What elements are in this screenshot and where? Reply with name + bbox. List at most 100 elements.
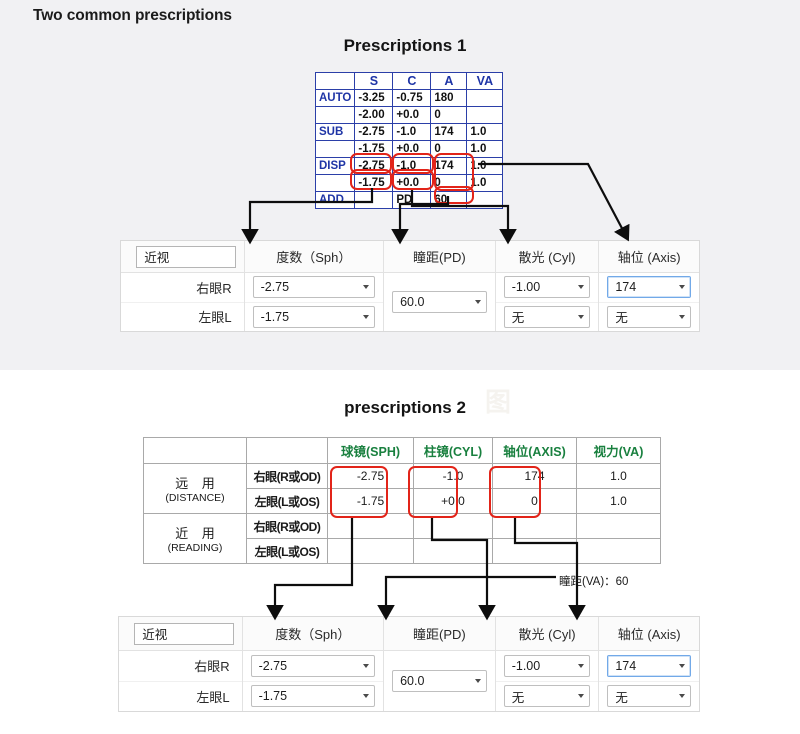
rx1-header-c: C <box>392 72 432 90</box>
rx1-row6-s <box>354 191 394 209</box>
form2-vision-type-select[interactable]: 近视 <box>134 622 235 645</box>
rx1-row2-va: 1.0 <box>466 123 504 141</box>
rx2-group-reading: 近 用 (READING) <box>143 513 247 564</box>
form1-cyl-left-select[interactable]: 无 <box>503 305 591 328</box>
table-row: -2.00 +0.0 0 <box>314 106 504 124</box>
rx1-row5-s: -1.75 <box>354 174 394 192</box>
form1-cyl-right-select[interactable]: -1.00 <box>503 276 591 299</box>
form1-column-pd: 瞳距(PD) 60.0 <box>384 241 496 331</box>
rx2-distance-left-axis: 0 <box>492 488 577 514</box>
rx1-row3-label <box>314 140 356 158</box>
form1-vision-type-select[interactable]: 近视 <box>136 245 237 268</box>
rx2-distance-left-eye-label: 左眼(L或OS) <box>246 488 328 514</box>
form1-vision-type-value: 近视 <box>144 251 170 265</box>
rx1-row2-a: 174 <box>430 123 468 141</box>
form2-cell-pd: 60.0 <box>384 651 495 711</box>
rx1-row2-c: -1.0 <box>392 123 432 141</box>
form2-sph-right-value: -2.75 <box>258 658 288 673</box>
chevron-down-icon <box>578 694 585 699</box>
form1-sph-right-select[interactable]: -2.75 <box>252 276 376 299</box>
form1-pd-select[interactable]: 60.0 <box>392 291 487 313</box>
rx2-distance-left-sph: -1.75 <box>327 488 414 514</box>
form2-column-cyl: 散光 (Cyl) -1.00 无 <box>495 617 600 711</box>
form1-column-sph: 度数（Sph） -2.75 -1.75 <box>244 241 385 331</box>
table-row: ADD PD 60 <box>314 191 504 209</box>
chevron-down-icon <box>578 663 585 668</box>
rx1-row2-label: SUB <box>314 123 356 141</box>
rx2-reading-left-eye-label: 左眼(L或OS) <box>246 538 328 564</box>
prescription-form-2: 近视 右眼R 左眼L 度数（Sph） -2.75 -1.75 瞳距(PD) 60… <box>118 616 700 712</box>
rx1-row0-s: -3.25 <box>354 89 394 107</box>
form1-type-head: 近视 <box>121 241 244 273</box>
form1-sph-left-select[interactable]: -1.75 <box>252 305 376 328</box>
prescription-table-1: S C A VA AUTO -3.25 -0.75 180 -2.00 +0.0… <box>314 72 504 209</box>
rx1-row1-a: 0 <box>430 106 468 124</box>
rx2-reading-right-sph <box>327 513 414 539</box>
form2-vision-type-value: 近视 <box>142 628 168 642</box>
rx1-row4-va: 1.0 <box>466 157 504 175</box>
rx2-distance-right-sph: -2.75 <box>327 463 414 489</box>
rx2-reading-right-eye-label: 右眼(R或OD) <box>246 513 328 539</box>
page-title: Two common prescriptions <box>33 7 232 24</box>
form2-axis-right-select[interactable]: 174 <box>607 654 691 677</box>
rx2-reading-left-cyl <box>413 538 493 564</box>
rx2-group-distance-cn: 远 用 <box>175 476 220 491</box>
rx1-row0-c: -0.75 <box>392 89 432 107</box>
rx1-row4-a: 174 <box>430 157 468 175</box>
rx1-row3-s: -1.75 <box>354 140 394 158</box>
form2-cyl-left-value: 无 <box>511 690 525 705</box>
form1-label-right-eye: 右眼R <box>121 273 244 303</box>
rx1-row0-a: 180 <box>430 89 468 107</box>
form2-pd-select[interactable]: 60.0 <box>392 670 487 692</box>
chevron-down-icon <box>363 694 370 699</box>
rx1-row1-s: -2.00 <box>354 106 394 124</box>
form2-cell-cyl-right: -1.00 <box>495 651 599 682</box>
rx2-group-reading-en: (READING) <box>167 542 223 554</box>
form2-sph-left-select[interactable]: -1.75 <box>250 685 376 708</box>
form2-type-head: 近视 <box>119 617 242 651</box>
form2-head-sph: 度数（Sph） <box>242 617 384 651</box>
form2-axis-left-select[interactable]: 无 <box>607 685 691 708</box>
rx2-reading-right-axis <box>492 513 577 539</box>
rx1-header-s: S <box>354 72 394 90</box>
form2-label-right-eye: 右眼R <box>119 651 242 682</box>
rx2-reading-left-axis <box>492 538 577 564</box>
form2-column-pd: 瞳距(PD) 60.0 <box>384 617 496 711</box>
form1-axis-left-select[interactable]: 无 <box>607 305 691 328</box>
form1-column-axis: 轴位 (Axis) 174 无 <box>599 241 699 331</box>
chevron-down-icon <box>363 314 370 319</box>
form1-cell-pd: 60.0 <box>384 273 495 331</box>
section-1-title: Prescriptions 1 <box>343 36 467 55</box>
form2-cyl-right-select[interactable]: -1.00 <box>503 654 591 677</box>
rx1-row5-va: 1.0 <box>466 174 504 192</box>
form2-cyl-left-select[interactable]: 无 <box>503 685 591 708</box>
chevron-down-icon <box>578 314 585 319</box>
watermark: 图 <box>485 387 512 417</box>
form2-axis-right-value: 174 <box>615 658 637 673</box>
rx1-row5-a: 0 <box>430 174 468 192</box>
form2-sph-right-select[interactable]: -2.75 <box>250 654 376 677</box>
form2-cell-axis-left: 无 <box>599 682 699 712</box>
rx2-distance-left-va: 1.0 <box>576 488 661 514</box>
rx2-header-axis: 轴位(AXIS) <box>492 437 577 464</box>
table-row: -1.75 +0.0 0 1.0 <box>314 140 504 158</box>
form2-cell-sph-right: -2.75 <box>242 651 384 682</box>
form1-axis-right-value: 174 <box>615 280 637 295</box>
chevron-down-icon <box>578 285 585 290</box>
form1-axis-right-select[interactable]: 174 <box>607 276 691 299</box>
chevron-down-icon <box>363 285 370 290</box>
chevron-down-icon <box>679 663 685 668</box>
form1-cell-sph-right: -2.75 <box>244 273 384 303</box>
rx1-row0-va <box>466 89 504 107</box>
table-row: DISP -2.75 -1.0 174 1.0 <box>314 157 504 175</box>
rx2-reading-right-va <box>576 513 661 539</box>
rx2-reading-left-sph <box>327 538 414 564</box>
form1-axis-left-value: 无 <box>615 311 628 326</box>
form1-column-type: 近视 右眼R 左眼L <box>121 241 245 331</box>
rx1-row6-a: 60 <box>430 191 468 209</box>
rx1-row1-label <box>314 106 356 124</box>
table-header-row: 球镜(SPH) 柱镜(CYL) 轴位(AXIS) 视力(VA) <box>143 437 661 464</box>
table-header-row: S C A VA <box>314 72 504 90</box>
table-row: SUB -2.75 -1.0 174 1.0 <box>314 123 504 141</box>
rx1-row4-s: -2.75 <box>354 157 394 175</box>
